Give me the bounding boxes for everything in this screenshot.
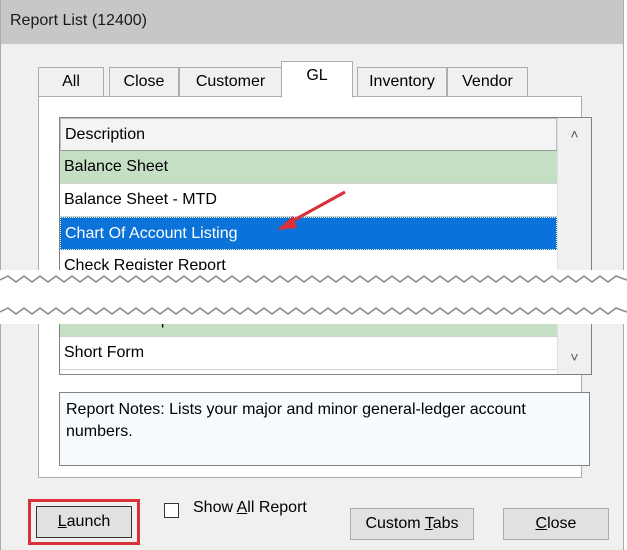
tab-vendor[interactable]: Vendor [447, 67, 528, 96]
tab-close[interactable]: Close [109, 67, 179, 96]
close-button[interactable]: Close [503, 508, 609, 540]
list-item[interactable]: Short Form [60, 337, 557, 370]
custom-tabs-prefix: Custom [365, 515, 425, 532]
show-all-report-checkbox[interactable] [164, 503, 179, 518]
scroll-up-icon[interactable]: ˄ [558, 118, 591, 151]
launch-label-mnemonic: L [57, 513, 67, 530]
tab-all[interactable]: All [38, 67, 104, 96]
show-all-suffix: ll Report [247, 499, 307, 516]
close-mnemonic: C [535, 515, 548, 532]
window-title: Report List (12400) [10, 12, 147, 29]
launch-label-suffix: aunch [66, 513, 111, 530]
show-all-mnemonic: A [236, 499, 248, 516]
show-all-report-label[interactable]: Show All Report [193, 499, 307, 517]
tab-gl[interactable]: GL [281, 61, 353, 98]
custom-tabs-button[interactable]: Custom Tabs [350, 508, 474, 540]
tab-inventory[interactable]: Inventory [357, 67, 447, 96]
report-notes: Report Notes: Lists your major and minor… [59, 392, 590, 466]
column-header-description[interactable]: Description [60, 118, 557, 151]
annotation-arrow-icon [277, 190, 346, 230]
custom-tabs-mnemonic: T [424, 515, 433, 532]
show-all-prefix: Show [193, 499, 237, 516]
vertical-scrollbar[interactable]: ˄ ˅ [557, 118, 591, 374]
close-suffix: lose [547, 515, 577, 532]
scroll-down-icon[interactable]: ˅ [558, 341, 591, 374]
torn-edge-break [0, 270, 627, 324]
launch-button[interactable]: Launch [36, 506, 132, 538]
report-grid[interactable]: Description Balance Sheet Balance Sheet … [59, 117, 592, 375]
custom-tabs-suffix: abs [432, 515, 459, 532]
title-bar: Report List (12400) [1, 0, 623, 44]
tab-customer[interactable]: Customer [179, 67, 282, 96]
